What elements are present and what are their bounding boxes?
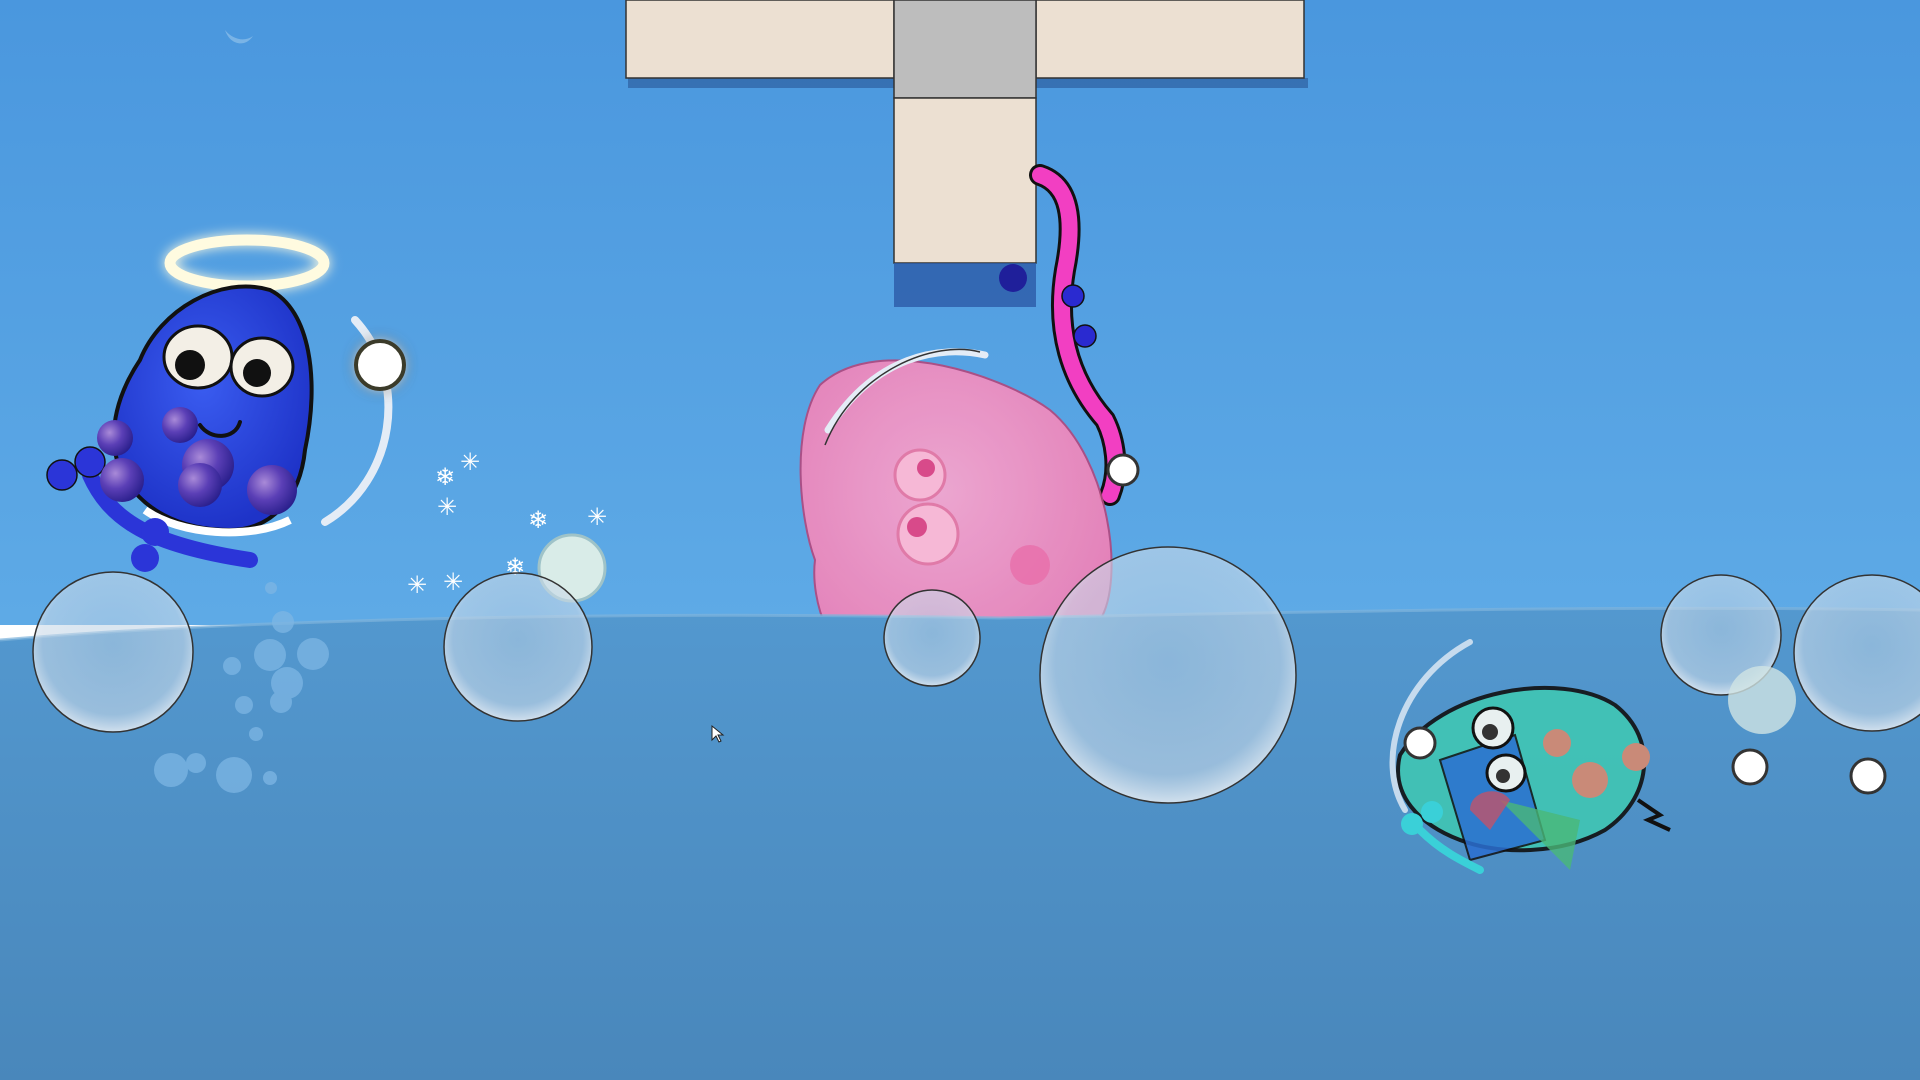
- snowflake-icon: ✳: [587, 503, 607, 531]
- snowflake-icon: ❄: [528, 506, 548, 534]
- game-canvas[interactable]: ❄ ✳ ✳ ❄ ✳ ✳ ✳ ❄ ❄: [0, 0, 1920, 1080]
- bubble: [1039, 546, 1297, 804]
- snowflake-icon: ✳: [437, 493, 457, 521]
- bubble: [32, 571, 194, 733]
- snowflake-icon: ✳: [407, 571, 427, 599]
- bubble: [1728, 666, 1796, 734]
- ring: [1731, 748, 1769, 786]
- snowflake-icon: ❄: [435, 463, 455, 491]
- bubble: [883, 589, 981, 687]
- snowflake-icon: ✳: [443, 568, 463, 596]
- bubble: [443, 572, 593, 722]
- ring: [1849, 757, 1887, 795]
- snowflake-icon: ✳: [460, 448, 480, 476]
- game-viewport[interactable]: ❄ ✳ ✳ ❄ ✳ ✳ ✳ ❄ ❄: [0, 0, 1920, 1080]
